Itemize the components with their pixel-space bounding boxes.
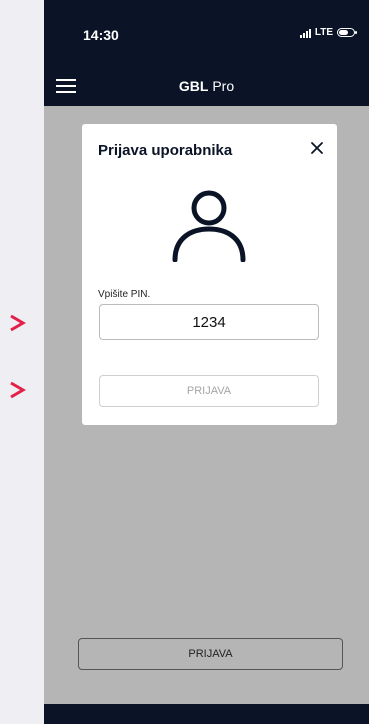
signal-icon [299, 28, 311, 38]
app-title-rest: Pro [208, 78, 235, 94]
chevron-right-icon [10, 381, 26, 399]
app-title: GBL Pro [44, 78, 369, 94]
chevron-right-icon [10, 314, 26, 332]
app-title-bold: GBL [178, 78, 209, 94]
pin-input[interactable] [99, 304, 319, 340]
app-header: GBL Pro [44, 68, 369, 106]
close-icon[interactable] [310, 141, 324, 155]
status-bar: 14:30 LTE [44, 0, 369, 68]
phone-screen: 14:30 LTE GBL Pro PRIJAVA Prijava uporab… [44, 0, 369, 724]
battery-icon [337, 28, 357, 37]
dialog-title: Prijava uporabnika [98, 142, 233, 159]
network-type: LTE [314, 27, 333, 38]
user-icon [172, 190, 246, 262]
login-dialog: Prijava uporabnika Vpišite PIN. PRIJAVA [82, 124, 337, 425]
status-time: 14:30 [83, 27, 119, 43]
pin-label: Vpišite PIN. [98, 289, 151, 300]
login-button-background[interactable]: PRIJAVA [78, 638, 343, 670]
status-indicators: LTE [299, 27, 357, 38]
bottom-bar [44, 704, 369, 724]
login-button[interactable]: PRIJAVA [99, 375, 319, 407]
